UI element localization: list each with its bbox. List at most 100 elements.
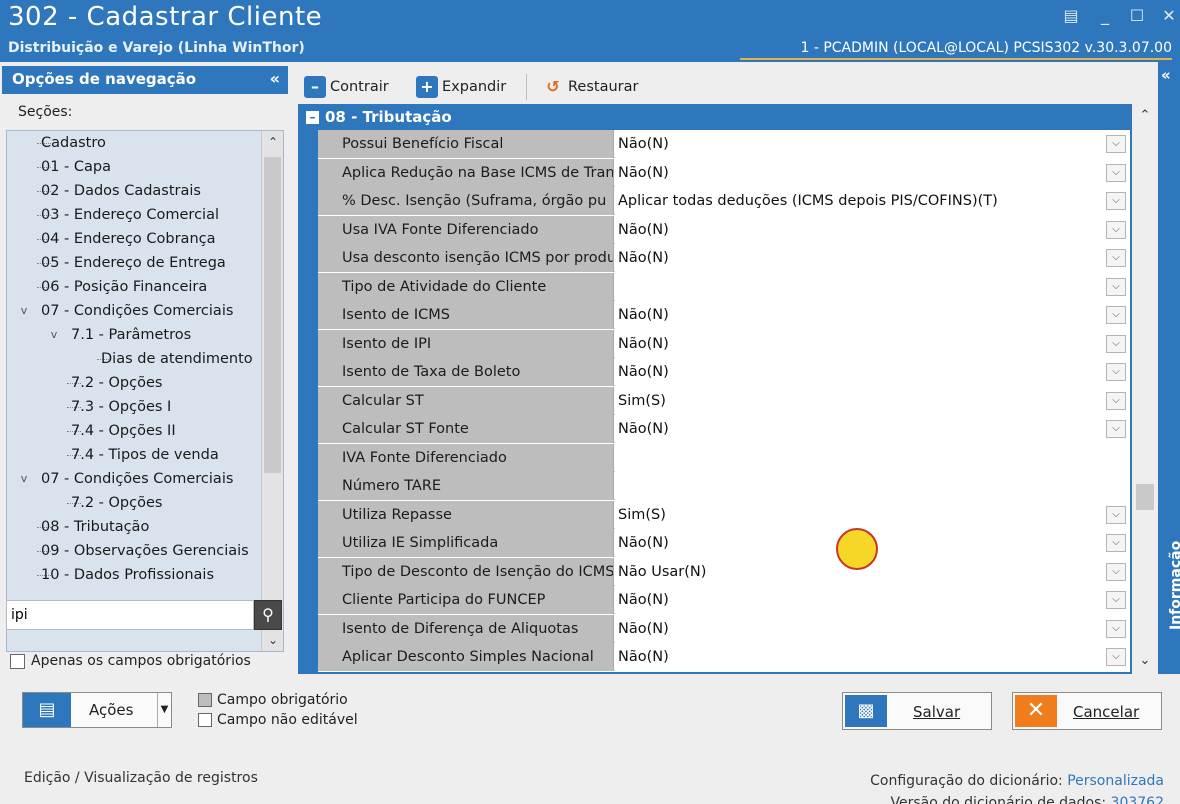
- property-value[interactable]: Não(N) ⌵: [615, 643, 1130, 671]
- property-row[interactable]: Utiliza IE Simplificada Não(N) ⌵: [318, 529, 1130, 557]
- section-header[interactable]: –08 - Tributação: [298, 104, 1130, 130]
- sidebar-item[interactable]: 03 - Endereço Comercial: [7, 203, 263, 227]
- property-value[interactable]: Sim(S) ⌵: [615, 500, 1130, 529]
- dropdown-arrow-icon[interactable]: ⌵: [1106, 306, 1126, 324]
- property-value[interactable]: Sim(S) ⌵: [615, 386, 1130, 415]
- search-input[interactable]: [6, 600, 254, 630]
- expand-chevron-icon[interactable]: v: [17, 299, 31, 323]
- property-value[interactable]: ⌵: [615, 272, 1130, 301]
- sidebar-item[interactable]: Cadastro: [7, 131, 263, 155]
- dropdown-arrow-icon[interactable]: ⌵: [1106, 591, 1126, 609]
- sidebar-item[interactable]: Dias de atendimento: [7, 347, 263, 371]
- dropdown-arrow-icon[interactable]: ⌵: [1106, 220, 1126, 239]
- expand-chevron-icon[interactable]: v: [17, 467, 31, 491]
- dropdown-arrow-icon[interactable]: ⌵: [1106, 334, 1126, 353]
- cancel-button[interactable]: ✕ Cancelar: [1012, 692, 1162, 730]
- chevron-down-icon[interactable]: ⌄: [1132, 653, 1158, 668]
- property-value[interactable]: Não(N) ⌵: [615, 586, 1130, 614]
- property-row[interactable]: Calcular ST Fonte Não(N) ⌵: [318, 415, 1130, 443]
- property-value[interactable]: Não(N) ⌵: [615, 329, 1130, 358]
- dropdown-arrow-icon[interactable]: ⌵: [1106, 619, 1126, 638]
- sidebar-item[interactable]: 04 - Endereço Cobrança: [7, 227, 263, 251]
- property-row[interactable]: Isento de IPI Não(N) ⌵: [318, 329, 1130, 358]
- collapse-button[interactable]: – Contrair: [304, 74, 389, 100]
- restore-button[interactable]: ↺ Restaurar: [542, 74, 638, 100]
- expand-button[interactable]: + Expandir: [416, 74, 506, 100]
- sidebar-item[interactable]: 7.4 - Tipos de venda: [7, 443, 263, 467]
- chevron-up-icon[interactable]: ⌃: [262, 135, 283, 149]
- sidebar-item[interactable]: 08 - Tributação: [7, 515, 263, 539]
- sidebar-item[interactable]: 01 - Capa: [7, 155, 263, 179]
- dropdown-arrow-icon[interactable]: ⌵: [1106, 420, 1126, 438]
- property-value[interactable]: Não(N) ⌵: [615, 158, 1130, 187]
- property-row[interactable]: Aplicar Desconto Simples Nacional Não(N) ⌵: [318, 643, 1130, 671]
- chevron-up-icon[interactable]: ⌃: [1132, 108, 1158, 123]
- expand-info-icon[interactable]: «: [1161, 66, 1171, 84]
- dropdown-arrow-icon[interactable]: ⌵: [1106, 391, 1126, 410]
- property-row[interactable]: % Desc. Isenção (Suframa, órgão pu Aplica…: [318, 187, 1130, 215]
- sidebar-item[interactable]: 7.2 - Opções: [7, 371, 263, 395]
- property-value[interactable]: Não(N) ⌵: [615, 215, 1130, 244]
- property-row[interactable]: Isento de Diferença de Aliquotas Não(N) ⌵: [318, 614, 1130, 643]
- search-icon[interactable]: ⚲: [254, 600, 282, 630]
- property-row[interactable]: Isento de Taxa de Boleto Não(N) ⌵: [318, 358, 1130, 386]
- sidebar-item[interactable]: 02 - Dados Cadastrais: [7, 179, 263, 203]
- property-row[interactable]: Calcular ST Sim(S) ⌵: [318, 386, 1130, 415]
- dropdown-arrow-icon[interactable]: ⌵: [1106, 249, 1126, 267]
- checkbox-box[interactable]: [10, 653, 25, 669]
- property-row[interactable]: IVA Fonte Diferenciado: [318, 443, 1130, 472]
- sidebar-item[interactable]: 09 - Observações Gerenciais: [7, 539, 263, 563]
- info-panel[interactable]: « Informação: [1158, 62, 1180, 674]
- dropdown-arrow-icon[interactable]: ⌵: [1106, 192, 1126, 210]
- chevron-down-icon[interactable]: ⌄: [262, 633, 283, 647]
- property-value[interactable]: Não(N) ⌵: [615, 301, 1130, 329]
- dropdown-arrow-icon[interactable]: ⌵: [1106, 534, 1126, 552]
- property-row[interactable]: Usa IVA Fonte Diferenciado Não(N) ⌵: [318, 215, 1130, 244]
- save-button[interactable]: ▩ Salvar: [842, 692, 992, 730]
- dropdown-arrow-icon[interactable]: ⌵: [1106, 163, 1126, 182]
- sidebar-item[interactable]: 10 - Dados Profissionais: [7, 563, 263, 587]
- property-value[interactable]: [615, 472, 1130, 500]
- minimize-icon[interactable]: _: [1094, 6, 1116, 26]
- sidebar-item[interactable]: v 07 - Condições Comerciais: [7, 299, 263, 323]
- dropdown-arrow-icon[interactable]: ▼: [157, 693, 171, 727]
- maximize-icon[interactable]: ☐: [1126, 6, 1148, 26]
- close-icon[interactable]: ✕: [1158, 6, 1180, 26]
- property-value[interactable]: [615, 443, 1130, 472]
- property-row[interactable]: Tipo de Atividade do Cliente ⌵: [318, 272, 1130, 301]
- sidebar-item[interactable]: v 07 - Condições Comerciais: [7, 467, 263, 491]
- expand-chevron-icon[interactable]: v: [47, 323, 61, 347]
- only-required-checkbox[interactable]: Apenas os campos obrigatórios: [10, 652, 251, 672]
- property-value[interactable]: Não(N) ⌵: [615, 415, 1130, 443]
- dropdown-arrow-icon[interactable]: ⌵: [1106, 277, 1126, 296]
- collapse-section-icon[interactable]: –: [306, 111, 319, 124]
- property-row[interactable]: Possui Benefício Fiscal Não(N) ⌵: [318, 130, 1130, 158]
- restore-window-icon[interactable]: ▤: [1060, 6, 1082, 26]
- sidebar-item[interactable]: 05 - Endereço de Entrega: [7, 251, 263, 275]
- property-row[interactable]: Isento de ICMS Não(N) ⌵: [318, 301, 1130, 329]
- dropdown-arrow-icon[interactable]: ⌵: [1106, 648, 1126, 666]
- dropdown-arrow-icon[interactable]: ⌵: [1106, 562, 1126, 581]
- property-row[interactable]: Usa desconto isenção ICMS por produ Não(N…: [318, 244, 1130, 272]
- property-row[interactable]: Utiliza Repasse Sim(S) ⌵: [318, 500, 1130, 529]
- property-value[interactable]: Não(N) ⌵: [615, 614, 1130, 643]
- grid-scroll-thumb[interactable]: [1136, 484, 1154, 510]
- dropdown-arrow-icon[interactable]: ⌵: [1106, 505, 1126, 524]
- property-row[interactable]: Cliente Participa do FUNCEP Não(N) ⌵: [318, 586, 1130, 614]
- dropdown-arrow-icon[interactable]: ⌵: [1106, 363, 1126, 381]
- sidebar-item[interactable]: 7.4 - Opções II: [7, 419, 263, 443]
- dropdown-arrow-icon[interactable]: ⌵: [1106, 135, 1126, 153]
- tree-scroll-thumb[interactable]: [264, 157, 281, 473]
- collapse-nav-icon[interactable]: «: [270, 69, 280, 88]
- sidebar-item[interactable]: 06 - Posição Financeira: [7, 275, 263, 299]
- sidebar-item[interactable]: 7.3 - Opções I: [7, 395, 263, 419]
- actions-button[interactable]: ▤ Ações ▼: [22, 692, 172, 728]
- property-value[interactable]: Não(N) ⌵: [615, 130, 1130, 158]
- sidebar-item[interactable]: 7.2 - Opções: [7, 491, 263, 515]
- property-row[interactable]: Tipo de Desconto de Isenção do ICMS Não U…: [318, 557, 1130, 586]
- property-value[interactable]: Aplicar todas deduções (ICMS depois PIS/…: [615, 187, 1130, 215]
- sidebar-item[interactable]: v 7.1 - Parâmetros: [7, 323, 263, 347]
- property-row[interactable]: Número TARE: [318, 472, 1130, 500]
- tree-scrollbar[interactable]: ⌃ ⌄: [261, 131, 283, 651]
- property-value[interactable]: Não(N) ⌵: [615, 358, 1130, 386]
